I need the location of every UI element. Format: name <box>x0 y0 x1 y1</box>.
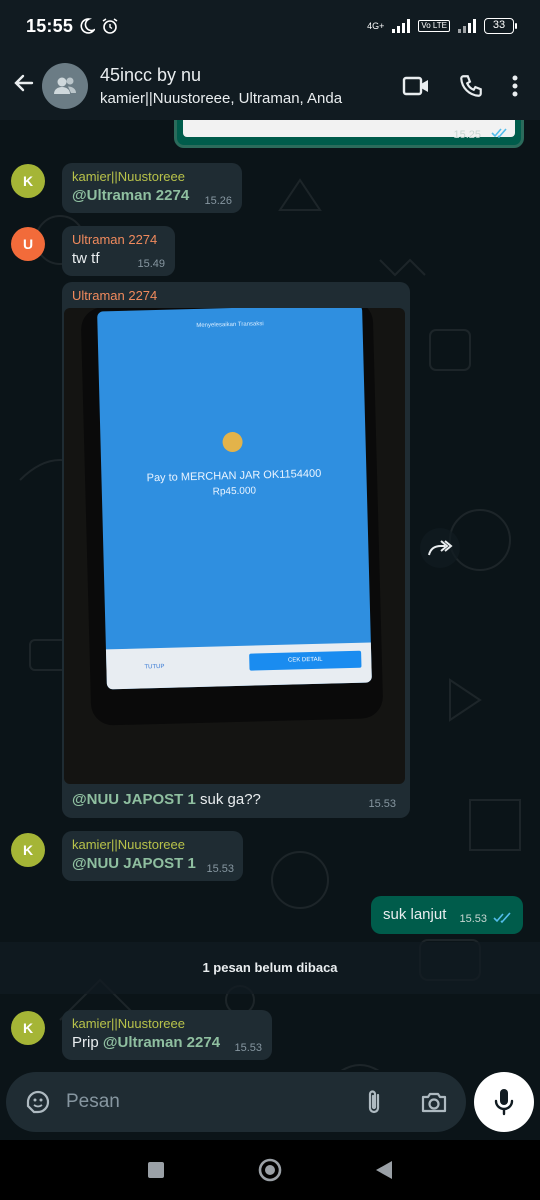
message-text: Prip <box>72 1034 99 1051</box>
earlier-outgoing-message[interactable]: 15.25 <box>174 120 524 148</box>
sender-avatar[interactable]: K <box>11 1011 45 1045</box>
signal-icon <box>392 19 411 33</box>
attach-icon[interactable] <box>362 1088 386 1116</box>
video-call-icon[interactable] <box>402 75 430 97</box>
coin-icon <box>222 431 243 453</box>
camera-icon[interactable] <box>420 1090 448 1114</box>
photo-phone-screen: Menyelesaikan Transaksi Pay to MERCHAN J… <box>97 308 372 690</box>
photo-button-close: TUTUP <box>144 663 165 671</box>
forward-button[interactable] <box>420 528 460 568</box>
group-name: 45incc by nu <box>100 65 202 85</box>
back-arrow-icon <box>14 74 34 92</box>
message-input[interactable]: Pesan <box>66 1091 362 1113</box>
status-right-icons: 4G+ Vo LTE 33 <box>367 18 517 34</box>
message-composer[interactable]: Pesan <box>6 1072 466 1132</box>
sender-avatar[interactable]: K <box>11 833 45 867</box>
status-left-icons <box>79 17 119 35</box>
signal-icon-2 <box>458 19 476 33</box>
message-time: 15.26 <box>204 195 232 207</box>
unread-messages-banner: 1 pesan belum dibaca <box>0 942 540 994</box>
back-button[interactable] <box>6 70 42 102</box>
sender-avatar[interactable]: U <box>11 227 45 261</box>
read-receipt-icon <box>493 912 511 924</box>
group-members: kamier||Nuustoreee, Ultraman, Anda <box>100 90 343 107</box>
message-time: 15.53 <box>368 798 396 810</box>
header-actions <box>402 73 518 99</box>
battery-indicator: 33 <box>484 18 517 34</box>
message-time: 15.53 <box>459 913 487 925</box>
photo-bottom-panel: TUTUP CEK DETAIL <box>105 642 372 690</box>
sender-name[interactable]: Ultraman 2274 <box>72 288 157 303</box>
nav-home-icon[interactable] <box>257 1157 283 1183</box>
message-bubble[interactable]: kamier||Nuustoreee Prip @Ultraman 2274 1… <box>62 1010 272 1060</box>
mic-icon <box>494 1089 514 1116</box>
mention-link[interactable]: @Ultraman 2274 <box>72 187 189 204</box>
mention-link[interactable]: @NUU JAPOST 1 <box>72 791 196 808</box>
message-time: 15.25 <box>453 129 481 141</box>
voice-record-button[interactable] <box>474 1072 534 1132</box>
sender-avatar[interactable]: K <box>11 164 45 198</box>
voice-call-icon[interactable] <box>458 73 484 99</box>
status-bar: 15:55 4G+ Vo LTE 33 <box>0 0 540 52</box>
volte-badge: Vo LTE <box>418 20 450 32</box>
outgoing-message-bubble[interactable]: suk lanjut 15.53 <box>371 896 523 934</box>
chat-area[interactable]: 15.25 K kamier||Nuustoreee @Ultraman 227… <box>0 120 540 1070</box>
message-bubble[interactable]: Ultraman 2274 tw tf 15.49 <box>62 226 175 276</box>
sticker-icon[interactable] <box>24 1088 52 1116</box>
message-time: 15.53 <box>206 863 234 875</box>
sender-name[interactable]: kamier||Nuustoreee <box>72 837 233 852</box>
system-navigation-bar <box>0 1140 540 1200</box>
message-text: suk ga?? <box>200 791 261 808</box>
message-bubble[interactable]: kamier||Nuustoreee @Ultraman 2274 15.26 <box>62 163 242 213</box>
message-time: 15.49 <box>137 258 165 270</box>
forward-icon <box>428 540 453 556</box>
status-time: 15:55 <box>26 15 74 36</box>
message-time: 15.53 <box>234 1042 262 1054</box>
more-options-icon[interactable] <box>512 74 518 98</box>
sender-name[interactable]: kamier||Nuustoreee <box>72 1016 262 1031</box>
photo-button-detail: CEK DETAIL <box>249 650 362 671</box>
mention-link[interactable]: @Ultraman 2274 <box>103 1034 220 1051</box>
network-type: 4G+ <box>367 21 385 31</box>
group-avatar-icon <box>54 77 76 94</box>
message-bubble[interactable]: kamier||Nuustoreee @NUU JAPOST 1 15.53 <box>62 831 243 881</box>
alarm-icon <box>102 18 118 34</box>
mention-link[interactable]: @NUU JAPOST 1 <box>72 855 196 872</box>
chat-title-block[interactable]: 45incc by nu kamier||Nuustoreee, Ultrama… <box>100 65 402 107</box>
sender-name[interactable]: kamier||Nuustoreee <box>72 169 232 184</box>
moon-icon <box>80 18 96 34</box>
message-text: suk lanjut <box>383 906 447 923</box>
nav-back-icon[interactable] <box>375 1160 393 1180</box>
sender-name[interactable]: Ultraman 2274 <box>72 232 165 247</box>
photo-small-header: Menyelesaikan Transaksi <box>196 321 264 329</box>
group-avatar[interactable] <box>42 63 88 109</box>
nav-recents-icon[interactable] <box>147 1161 165 1179</box>
chat-header: 45incc by nu kamier||Nuustoreee, Ultrama… <box>0 52 540 120</box>
attached-photo[interactable]: Menyelesaikan Transaksi Pay to MERCHAN J… <box>64 308 405 784</box>
photo-amount: Rp45.000 <box>212 485 257 498</box>
read-receipt-icon <box>491 128 507 139</box>
